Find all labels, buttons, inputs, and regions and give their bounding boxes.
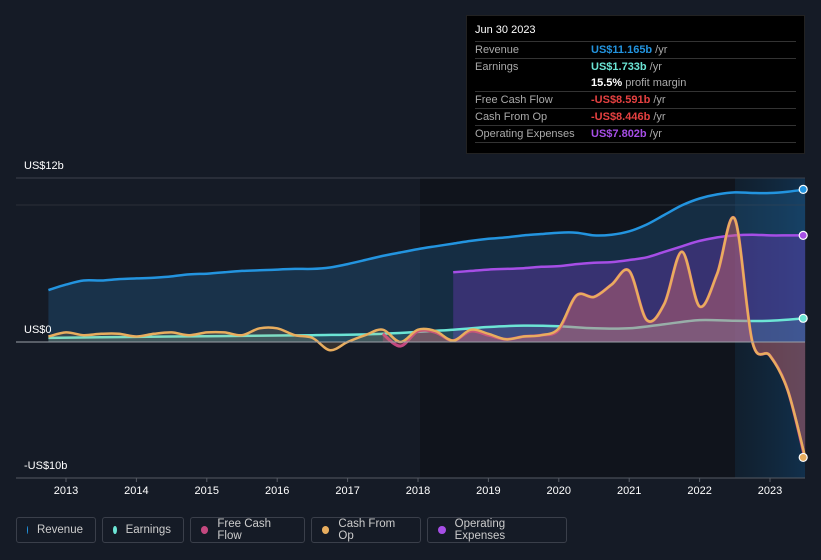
endpoint-operating-expenses [798, 230, 808, 240]
tooltip-row-fcf: Free Cash Flow -US$8.591b/yr [475, 92, 796, 109]
tooltip-row-opex: Operating Expenses US$7.802b/yr [475, 126, 796, 143]
legend-dot-icon [438, 526, 446, 534]
tooltip-value: -US$8.446b/yr [591, 109, 666, 125]
tooltip-value: US$11.165b/yr [591, 42, 667, 58]
tooltip-date: Jun 30 2023 [475, 24, 796, 42]
legend-item-operating-expenses[interactable]: Operating Expenses [427, 517, 567, 543]
legend-dot-icon [27, 526, 28, 534]
tooltip-unit: /yr [653, 111, 666, 123]
x-tick-label: 2023 [757, 485, 783, 497]
tooltip-unit: /yr [653, 94, 666, 106]
legend-label: Operating Expenses [454, 518, 506, 542]
tooltip-unit: /yr [649, 128, 662, 140]
tooltip-unit: profit margin [625, 77, 687, 89]
x-tick-label: 2019 [476, 485, 501, 497]
y-tick-label-bottom: -US$10b [24, 460, 68, 472]
x-tick-label: 2013 [53, 485, 79, 497]
x-tick-label: 2014 [124, 485, 149, 497]
x-tick-layer [65, 478, 771, 482]
tooltip-value-text: US$1.733b [591, 61, 647, 73]
tooltip-value-text: -US$8.591b [591, 94, 651, 106]
x-tick-label: 2016 [264, 485, 290, 497]
x-tick-label: 2021 [616, 485, 642, 497]
tooltip-value: US$1.733b/yr [591, 59, 662, 75]
tooltip-unit: /yr [655, 44, 668, 56]
tooltip-row-earnings: Earnings US$1.733b/yr [475, 59, 796, 75]
tooltip-row-revenue: Revenue US$11.165b/yr [475, 42, 796, 59]
tooltip-label [475, 75, 591, 91]
endpoint-cash-from-op [798, 452, 808, 463]
tooltip-unit: /yr [649, 61, 662, 73]
chart-legend: Revenue Earnings Free Cash Flow Cash Fro… [16, 517, 567, 543]
tooltip-value: US$7.802b/yr [591, 126, 662, 142]
endpoint-earnings [798, 313, 808, 323]
tooltip-row-margin: 15.5% profit margin [475, 75, 796, 92]
legend-label: Free Cash Flow [217, 518, 272, 542]
y-tick-label-top: US$12b [24, 160, 64, 172]
legend-item-revenue[interactable]: Revenue [16, 517, 96, 543]
tooltip-panel: Jun 30 2023 Revenue US$11.165b/yr Earnin… [466, 15, 805, 154]
x-tick-label: 2020 [546, 485, 572, 497]
tooltip-label: Earnings [475, 61, 519, 73]
tooltip-value-text: US$11.165b [591, 44, 653, 56]
x-tick-label: 2015 [194, 485, 220, 497]
legend-dot-icon [113, 526, 117, 534]
legend-label: Revenue [36, 524, 83, 536]
legend-item-cash-from-op[interactable]: Cash From Op [311, 517, 421, 543]
tooltip-value-text: 15.5% [591, 77, 623, 89]
legend-item-earnings[interactable]: Earnings [102, 517, 184, 543]
tooltip-value-text: -US$8.446b [591, 111, 651, 123]
legend-dot-icon [322, 526, 330, 534]
tooltip-value: -US$8.591b/yr [591, 92, 666, 108]
x-tick-label: 2018 [405, 485, 431, 497]
y-tick-label-zero: US$0 [24, 324, 52, 336]
legend-label: Earnings [125, 524, 171, 536]
tooltip-label: Operating Expenses [475, 128, 575, 140]
legend-item-free-cash-flow[interactable]: Free Cash Flow [190, 517, 305, 543]
tooltip-label: Revenue [475, 44, 520, 56]
tooltip-label: Cash From Op [475, 111, 548, 123]
tooltip-value-text: US$7.802b [591, 128, 647, 140]
x-tick-label: 2017 [335, 485, 360, 497]
legend-dot-icon [201, 526, 209, 534]
x-tick-label: 2022 [687, 485, 712, 497]
tooltip-value: 15.5% profit margin [591, 75, 686, 91]
tooltip-row-cfo: Cash From Op -US$8.446b/yr [475, 109, 796, 126]
tooltip-label: Free Cash Flow [475, 94, 553, 106]
legend-label: Cash From Op [338, 518, 396, 542]
endpoint-revenue [798, 184, 808, 195]
